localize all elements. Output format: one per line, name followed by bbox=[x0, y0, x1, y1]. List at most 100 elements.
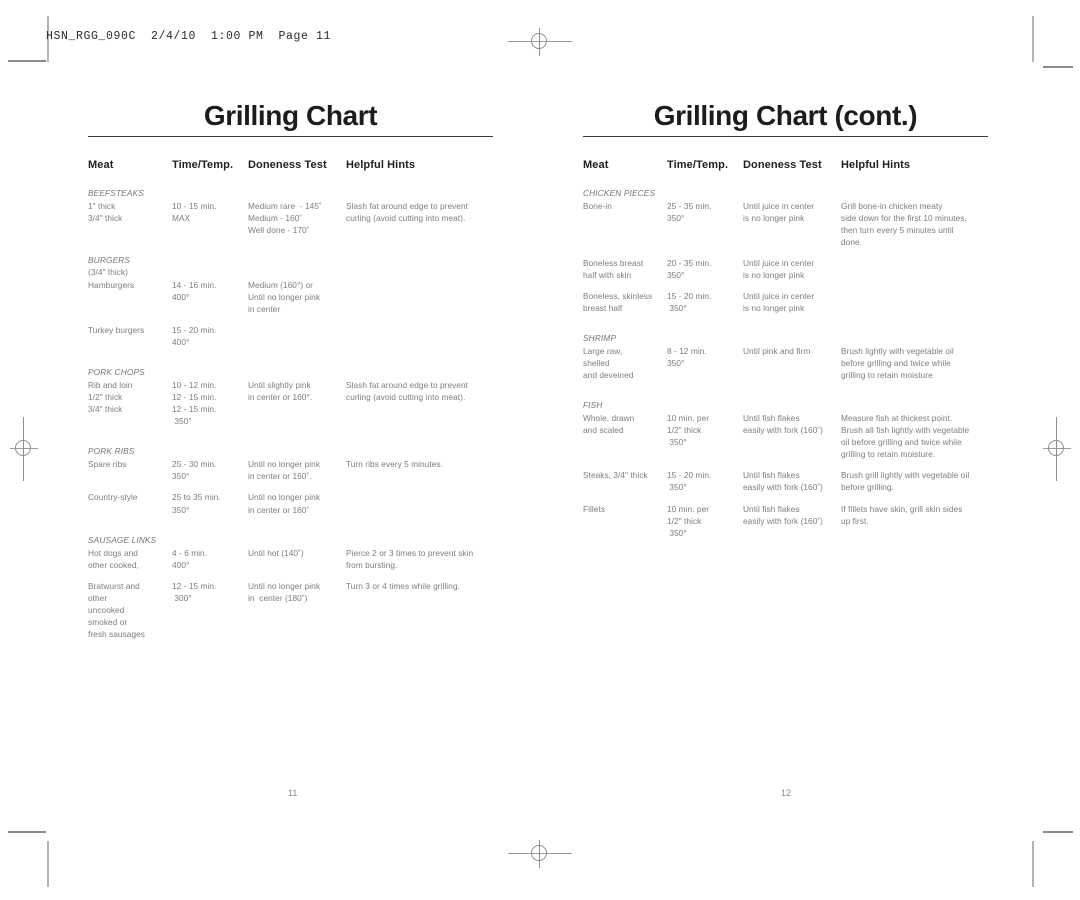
cell-hints bbox=[346, 279, 493, 324]
cell-line: in center or 160°. bbox=[248, 392, 313, 403]
cell-line: 350° bbox=[667, 358, 685, 369]
cell-line: done. bbox=[841, 237, 863, 248]
section-heading-cell: BURGERS (3/4" thick) bbox=[88, 254, 493, 279]
cell-meat: Fillets bbox=[583, 503, 667, 548]
page-number: 11 bbox=[288, 788, 298, 798]
cell-line: 350° bbox=[667, 437, 687, 448]
cell-line: in center (180˚) bbox=[248, 592, 308, 603]
cell-line: Brush grill lightly with vegetable oil bbox=[841, 470, 970, 481]
cell-line: Until no longer pink bbox=[248, 459, 321, 470]
spacer-cell bbox=[583, 323, 988, 332]
table-row: Whole, drawn and scaled 10 min. per 1/2" th… bbox=[583, 412, 988, 469]
cell-line: in center bbox=[248, 304, 281, 315]
page-title: Grilling Chart (cont.) bbox=[653, 100, 918, 131]
cell-line: Bone-in bbox=[583, 201, 612, 212]
cell-hints: Measure fish at thickest point. Brush all… bbox=[841, 412, 988, 469]
registration-mark-right-center bbox=[1039, 417, 1075, 481]
cell-line: grilling to retain moisture. bbox=[841, 449, 936, 460]
spacer-cell bbox=[88, 436, 493, 445]
section-spacer bbox=[583, 323, 988, 332]
cell-line: Boneless breast bbox=[583, 258, 644, 269]
cell-line: Until no longer pink bbox=[248, 580, 321, 591]
cell-line: is no longer pink bbox=[743, 213, 805, 224]
cell-line: other bbox=[88, 592, 108, 603]
cell-line: Medium rare - 145˚ bbox=[248, 201, 322, 212]
cell-time: 15 - 20 min. 350° bbox=[667, 290, 743, 323]
section-label: PORK CHOPS bbox=[88, 367, 145, 378]
cell-line: Pierce 2 or 3 times to prevent skin bbox=[346, 547, 474, 558]
cell-line: Grill bone-in chicken meaty bbox=[841, 201, 943, 212]
crop-mark-top-right-horizontal bbox=[1043, 66, 1073, 68]
spacer-cell bbox=[88, 525, 493, 534]
cell-doneness: Until hot (140˚) bbox=[248, 547, 346, 580]
section-label: BURGERS bbox=[88, 255, 131, 266]
cell-line: 12 - 15 min. bbox=[172, 580, 217, 591]
section-heading-row: FISH bbox=[583, 399, 988, 412]
cell-line: smoked or bbox=[88, 616, 128, 627]
cell-line: 12 - 15 min. bbox=[172, 392, 217, 403]
section-label: FISH bbox=[583, 400, 603, 411]
crop-mark-bottom-left-vertical bbox=[47, 841, 49, 887]
section-label: BEEFSTEAKS bbox=[88, 188, 144, 199]
cell-doneness bbox=[248, 324, 346, 357]
section-heading-row: SAUSAGE LINKS bbox=[88, 534, 493, 547]
cell-hints bbox=[346, 491, 493, 524]
cell-line: Steaks, 3/4" thick bbox=[583, 470, 648, 481]
cell-time: 10 - 12 min. 12 - 15 min. 12 - 15 min. 350… bbox=[172, 379, 248, 436]
cell-line: fresh sausages bbox=[88, 628, 145, 639]
table-row: 1" thick 3/4" thick 10 - 15 min. MAX Medium … bbox=[88, 200, 493, 245]
section-heading-cell: SHRIMP bbox=[583, 332, 988, 345]
page-number: 12 bbox=[781, 788, 792, 798]
cell-line: 25 to 35 min. bbox=[172, 492, 221, 503]
title-rule bbox=[583, 136, 988, 138]
cell-doneness: Until fish flakes easily with fork (160˚) bbox=[743, 469, 841, 502]
chart-page-2: Grilling Chart (cont.) Meat Time/Temp. Done… bbox=[583, 100, 988, 548]
crop-mark-bottom-left-horizontal bbox=[8, 831, 46, 833]
cell-time: 20 - 35 min. 350° bbox=[667, 257, 743, 290]
crop-mark-bottom-right-horizontal bbox=[1043, 831, 1073, 833]
cell-doneness: Until fish flakes easily with fork (160˚) bbox=[743, 412, 841, 469]
section-spacer bbox=[88, 525, 493, 534]
cell-line: curling (avoid cutting into meat). bbox=[346, 213, 466, 224]
cell-line: 12 - 15 min. bbox=[172, 404, 217, 415]
cell-line: up first. bbox=[841, 515, 869, 526]
cell-line: from bursting. bbox=[346, 559, 398, 570]
cell-meat: Hot dogs and other cooked, bbox=[88, 547, 172, 580]
cell-line: 400° bbox=[172, 292, 190, 303]
section-label: SHRIMP bbox=[583, 333, 617, 344]
cell-line: MAX bbox=[172, 213, 191, 224]
column-header-doneness: Doneness Test bbox=[743, 159, 822, 172]
table-row: Fillets 10 min. per 1/2" thick 350° Until f… bbox=[583, 503, 988, 548]
cell-hints: Turn ribs every 5 minutes. bbox=[346, 458, 493, 491]
table-row: Bratwurst and other uncooked smoked or fresh… bbox=[88, 580, 493, 649]
section-spacer bbox=[583, 390, 988, 399]
cell-time: 4 - 6 min. 400° bbox=[172, 547, 248, 580]
section-label: PORK RIBS bbox=[88, 446, 135, 457]
cell-line: 1/2" thick bbox=[667, 515, 702, 526]
column-header-doneness: Doneness Test bbox=[248, 159, 327, 172]
cell-doneness: Until slightly pink in center or 160°. bbox=[248, 379, 346, 436]
cell-line: 1" thick bbox=[88, 201, 116, 212]
cell-line: 25 - 35 min. bbox=[667, 201, 712, 212]
cell-meat: Country-style bbox=[88, 491, 172, 524]
section-heading-row: BEEFSTEAKS bbox=[88, 187, 493, 200]
table-row: Hamburgers 14 - 16 min. 400° Medium (160°) … bbox=[88, 279, 493, 324]
cell-meat: Whole, drawn and scaled bbox=[583, 412, 667, 469]
cell-time: 25 - 30 min. 350° bbox=[172, 458, 248, 491]
cell-line: 3/4" thick bbox=[88, 213, 123, 224]
cell-line: Brush all fish lightly with vegetable bbox=[841, 425, 970, 436]
cell-line: 350° bbox=[667, 213, 685, 224]
cell-line: 350° bbox=[172, 471, 190, 482]
section-label: CHICKEN PIECES bbox=[583, 188, 656, 199]
cell-line: Brush lightly with vegetable oil bbox=[841, 346, 954, 357]
cell-line: and deveined bbox=[583, 370, 634, 381]
table-row: Spare ribs 25 - 30 min. 350° Until no longe… bbox=[88, 458, 493, 491]
cell-doneness: Until no longer pink in center or 160˚. bbox=[248, 458, 346, 491]
table-row: Boneless, skinless breast half 15 - 20 min… bbox=[583, 290, 988, 323]
cell-meat: Rib and loin 1/2" thick 3/4" thick bbox=[88, 379, 172, 436]
cell-line: in center or 160˚ bbox=[248, 504, 310, 515]
cell-line: 300° bbox=[172, 592, 192, 603]
chart-page-1: Grilling Chart Meat Time/Temp. Doneness Tes… bbox=[88, 100, 493, 649]
cell-line: Until fish flakes bbox=[743, 413, 800, 424]
cell-meat: Large raw, shelled and deveined bbox=[583, 345, 667, 390]
